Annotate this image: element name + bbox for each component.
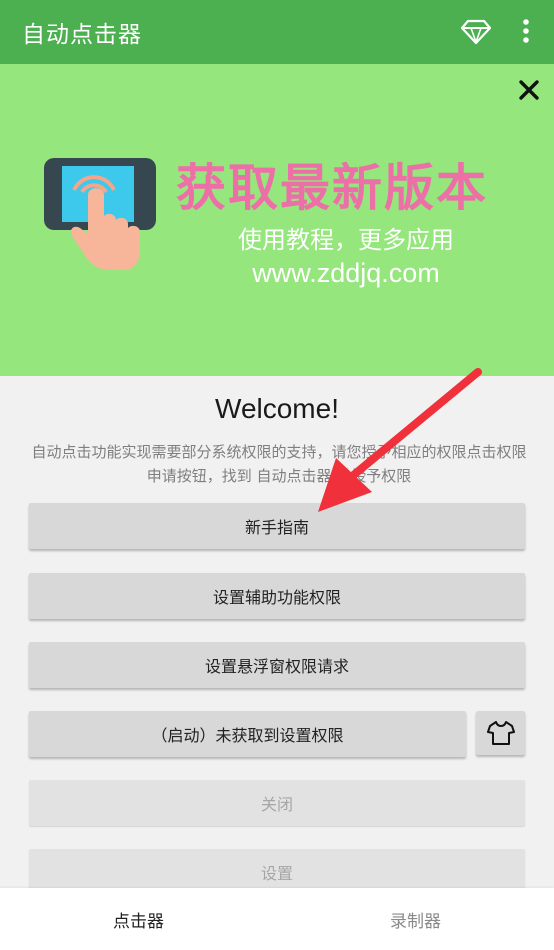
banner-url: www.zddjq.com xyxy=(252,258,440,288)
more-vertical-icon[interactable] xyxy=(514,16,538,46)
tab-recorder[interactable]: 录制器 xyxy=(277,888,554,950)
app-title: 自动点击器 xyxy=(22,22,142,48)
permission-description: 自动点击功能实现需要部分系统权限的支持，请您授予相应的权限点击权限申请按钮，找到… xyxy=(31,443,527,485)
diamond-icon[interactable] xyxy=(460,16,492,46)
theme-button[interactable] xyxy=(476,711,525,755)
bottom-nav: 点击器 录制器 xyxy=(0,888,554,950)
accessibility-permission-button[interactable]: 设置辅助功能权限 xyxy=(29,573,525,619)
close-icon[interactable] xyxy=(515,76,543,104)
app-bar: 自动点击器 xyxy=(0,0,554,64)
tab-clicker[interactable]: 点击器 xyxy=(0,888,277,950)
start-button[interactable]: （启动）未获取到设置权限 xyxy=(29,711,466,757)
tablet-hand-icon xyxy=(44,158,156,270)
welcome-title: Welcome! xyxy=(215,393,339,424)
banner-subtitle: 使用教程，更多应用 xyxy=(238,226,454,254)
close-button[interactable]: 关闭 xyxy=(29,780,525,826)
shirt-icon xyxy=(486,721,515,745)
banner-headline: 获取最新版本 xyxy=(176,159,488,217)
guide-button[interactable]: 新手指南 xyxy=(29,503,525,549)
overlay-permission-button[interactable]: 设置悬浮窗权限请求 xyxy=(29,642,525,688)
